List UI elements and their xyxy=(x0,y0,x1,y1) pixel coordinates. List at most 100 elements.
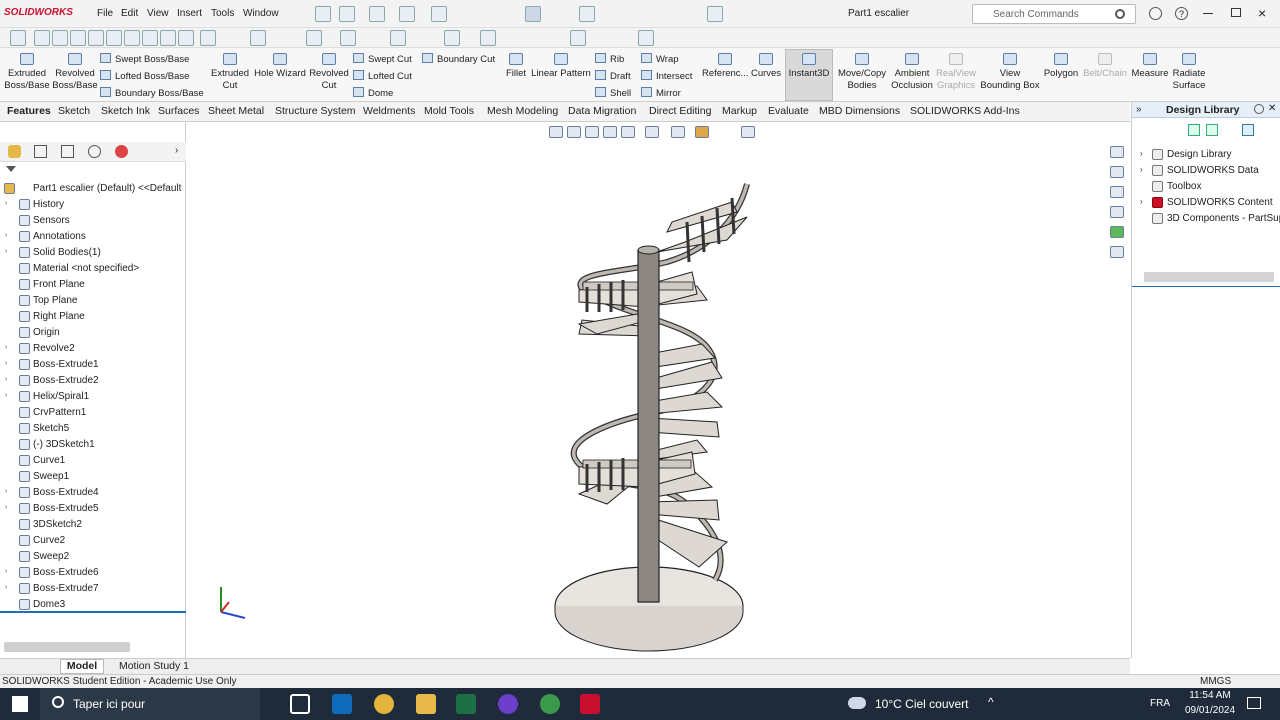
tab-sketch[interactable]: Sketch xyxy=(58,105,90,117)
tree-item[interactable]: Front Plane xyxy=(0,277,186,293)
box-icon[interactable] xyxy=(160,30,176,46)
lofted-cut-button[interactable]: Lofted Cut xyxy=(353,70,412,82)
library-hscrollbar[interactable] xyxy=(1144,272,1274,282)
tree-root[interactable]: Part1 escalier (Default) <<Default xyxy=(0,181,186,197)
revolved-cut-button[interactable]: Revolved Cut xyxy=(307,51,351,92)
fillet-button[interactable]: Fillet xyxy=(501,51,531,80)
search-commands[interactable]: Search Commands xyxy=(972,4,1136,24)
staircase-model[interactable] xyxy=(187,122,1130,658)
tree-item[interactable]: › Boss-Extrude7 xyxy=(0,581,186,597)
create-folder-icon[interactable] xyxy=(1206,124,1218,136)
menu-insert[interactable]: Insert xyxy=(177,8,202,19)
library-item-3d-components[interactable]: 3D Components - PartSup xyxy=(1132,212,1280,228)
tree-item[interactable]: › Annotations xyxy=(0,229,186,245)
file-explorer-taskbar-icon[interactable] xyxy=(416,694,436,714)
box-icon[interactable] xyxy=(88,30,104,46)
open-icon[interactable] xyxy=(369,6,385,22)
tab-sheet-metal[interactable]: Sheet Metal xyxy=(208,105,264,117)
tab-sketch-ink[interactable]: Sketch Ink xyxy=(101,105,150,117)
radiate-surface-button[interactable]: Radiate Surface xyxy=(1170,51,1208,92)
save-icon[interactable] xyxy=(399,6,415,22)
clock-date[interactable]: 09/01/2024 xyxy=(1180,705,1240,716)
tree-item[interactable]: 3DSketch2 xyxy=(0,517,186,533)
tree-item[interactable]: › Boss-Extrude6 xyxy=(0,565,186,581)
hole-wizard-button[interactable]: Hole Wizard xyxy=(254,51,306,80)
zoom-icon[interactable] xyxy=(390,30,406,46)
chevron-right-icon[interactable]: › xyxy=(1140,197,1143,206)
tree-item[interactable]: › Helix/Spiral1 xyxy=(0,389,186,405)
chevron-right-icon[interactable]: › xyxy=(5,584,7,591)
home-icon[interactable] xyxy=(315,6,331,22)
refresh-icon[interactable] xyxy=(1242,124,1254,136)
shell-button[interactable]: Shell xyxy=(595,87,631,99)
boundary-boss-button[interactable]: Boundary Boss/Base xyxy=(100,87,204,99)
ambient-occlusion-button[interactable]: Ambient Occlusion xyxy=(889,51,935,92)
box-icon[interactable] xyxy=(124,30,140,46)
swept-cut-button[interactable]: Swept Cut xyxy=(353,53,412,65)
weather-icon[interactable] xyxy=(848,697,866,709)
revolved-boss-button[interactable]: Revolved Boss/Base xyxy=(52,51,98,92)
dome-button[interactable]: Dome xyxy=(353,87,393,99)
menu-file[interactable]: File xyxy=(97,8,113,19)
configuration-icon[interactable] xyxy=(61,145,74,158)
polygon-button[interactable]: Polygon xyxy=(1042,51,1080,80)
tree-item[interactable]: Curve2 xyxy=(0,533,186,549)
menu-tools[interactable]: Tools xyxy=(211,8,234,19)
chevron-right-icon[interactable]: › xyxy=(5,360,7,367)
help-icon[interactable]: ? xyxy=(1175,7,1188,20)
chevron-up-icon[interactable]: ^ xyxy=(988,695,994,709)
curves-button[interactable]: Curves xyxy=(749,51,783,80)
solidworks-taskbar-icon[interactable] xyxy=(580,694,600,714)
minimize-icon[interactable] xyxy=(1203,13,1213,14)
tree-item[interactable]: › Boss-Extrude2 xyxy=(0,373,186,389)
tab-structure-system[interactable]: Structure System xyxy=(275,105,356,117)
lofted-boss-button[interactable]: Lofted Boss/Base xyxy=(100,70,189,82)
excel-icon[interactable] xyxy=(456,694,476,714)
display-manager-icon[interactable] xyxy=(115,145,128,158)
tree-item[interactable]: CrvPattern1 xyxy=(0,405,186,421)
draft-button[interactable]: Draft xyxy=(595,70,631,82)
tab-evaluate[interactable]: Evaluate xyxy=(768,105,809,117)
tab-markup[interactable]: Markup xyxy=(722,105,757,117)
line-icon[interactable] xyxy=(444,30,460,46)
rollback-bar[interactable] xyxy=(0,611,186,613)
boundary-cut-button[interactable]: Boundary Cut xyxy=(422,53,495,65)
app-icon[interactable] xyxy=(498,694,518,714)
sketch-icon[interactable] xyxy=(306,30,322,46)
chevron-right-icon[interactable]: › xyxy=(5,232,7,239)
text-icon[interactable] xyxy=(340,30,356,46)
box-icon[interactable] xyxy=(178,30,194,46)
tab-motion-study[interactable]: Motion Study 1 xyxy=(108,660,200,674)
extruded-cut-button[interactable]: Extruded Cut xyxy=(207,51,253,92)
maximize-icon[interactable] xyxy=(1231,8,1241,17)
collapse-pane-icon[interactable]: » xyxy=(1136,104,1142,115)
tab-surfaces[interactable]: Surfaces xyxy=(158,105,199,117)
chevron-right-icon[interactable]: › xyxy=(175,145,178,156)
tab-solidworks-addins[interactable]: SOLIDWORKS Add-Ins xyxy=(910,105,1020,117)
menu-view[interactable]: View xyxy=(147,8,169,19)
dimxpert-icon[interactable] xyxy=(88,145,101,158)
linear-pattern-button[interactable]: Linear Pattern xyxy=(530,51,592,80)
chrome-icon[interactable] xyxy=(374,694,394,714)
undo-icon[interactable] xyxy=(250,30,266,46)
tree-item[interactable]: Sweep2 xyxy=(0,549,186,565)
box-icon[interactable] xyxy=(106,30,122,46)
tab-mold-tools[interactable]: Mold Tools xyxy=(424,105,474,117)
box-icon[interactable] xyxy=(70,30,86,46)
mirror-button[interactable]: Mirror xyxy=(641,87,681,99)
tree-item[interactable]: Material <not specified> xyxy=(0,261,186,277)
new-icon[interactable] xyxy=(339,6,355,22)
rib-button[interactable]: Rib xyxy=(595,53,624,65)
options-icon[interactable] xyxy=(579,6,595,22)
taskbar-search[interactable]: Taper ici pour xyxy=(40,688,260,720)
extruded-boss-button[interactable]: Extruded Boss/Base xyxy=(4,51,50,92)
weather-text[interactable]: 10°C Ciel couvert xyxy=(875,697,969,711)
graphics-area[interactable] xyxy=(187,122,1130,658)
menu-edit[interactable]: Edit xyxy=(121,8,138,19)
chevron-right-icon[interactable]: › xyxy=(5,504,7,511)
tab-model[interactable]: Model xyxy=(60,659,104,674)
library-item-solidworks-content[interactable]: › SOLIDWORKS Content xyxy=(1132,196,1280,212)
add-location-icon[interactable] xyxy=(1188,124,1200,136)
tab-weldments[interactable]: Weldments xyxy=(363,105,415,117)
brush-icon[interactable] xyxy=(200,30,216,46)
